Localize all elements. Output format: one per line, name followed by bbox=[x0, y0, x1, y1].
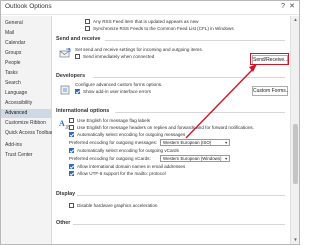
outgoing-encoding-select[interactable]: Western European (ISO) ▼ bbox=[160, 139, 230, 146]
english-headers-checkbox[interactable] bbox=[69, 125, 74, 130]
utf8-mailto-label: Allow UTF-8 support for the mailto: prot… bbox=[77, 170, 166, 176]
addin-errors-checkbox[interactable] bbox=[75, 89, 80, 94]
display-heading: Display bbox=[56, 191, 76, 197]
sync-rss-checkbox[interactable] bbox=[85, 26, 90, 31]
disable-hw-acceleration-checkbox[interactable] bbox=[69, 203, 74, 208]
english-flag-labels-label: Use English for message flag labels bbox=[77, 117, 151, 123]
display-divider bbox=[77, 195, 285, 196]
sidebar-item-customize-ribbon[interactable]: Customize Ribbon bbox=[1, 119, 52, 128]
auto-encoding-outgoing-checkbox[interactable] bbox=[69, 132, 74, 137]
disable-hw-acceleration-label: Disable hardware graphics acceleration bbox=[77, 202, 158, 208]
custom-forms-button[interactable]: Custom Forms... bbox=[252, 86, 289, 96]
options-sidebar: General Mail Calendar Groups People Task… bbox=[1, 16, 52, 244]
sidebar-item-people[interactable]: People bbox=[1, 59, 52, 68]
chevron-down-icon: ▼ bbox=[224, 157, 228, 161]
outgoing-encoding-value: Western European (ISO) bbox=[163, 140, 212, 145]
sidebar-item-general[interactable]: General bbox=[1, 19, 52, 28]
outlook-options-window: Outlook Options ? ✕ General Mail Calenda… bbox=[0, 0, 300, 245]
send-immediately-label: Send immediately when connected bbox=[83, 53, 155, 59]
international-domain-checkbox[interactable] bbox=[69, 164, 74, 169]
sidebar-item-search[interactable]: Search bbox=[1, 79, 52, 88]
send-immediately-checkbox[interactable] bbox=[75, 54, 80, 59]
title-bar: Outlook Options ? ✕ bbox=[1, 1, 299, 15]
international-domain-label: Allow international domain names in emai… bbox=[77, 163, 186, 169]
addin-errors-label: Show add-in user interface errors bbox=[83, 88, 151, 94]
developers-divider bbox=[93, 77, 285, 78]
auto-encoding-vcards-checkbox[interactable] bbox=[69, 148, 74, 153]
english-headers-label: Use English for message headers on repli… bbox=[77, 124, 254, 130]
sidebar-item-calendar[interactable]: Calendar bbox=[1, 39, 52, 48]
sidebar-item-groups[interactable]: Groups bbox=[1, 49, 52, 58]
auto-encoding-outgoing-label: Automatically select encoding for outgoi… bbox=[77, 131, 186, 137]
other-heading: Other bbox=[56, 220, 71, 226]
scroll-up-icon[interactable]: ▲ bbox=[292, 17, 299, 22]
sidebar-item-mail[interactable]: Mail bbox=[1, 29, 52, 38]
preferred-outgoing-label: Preferred encoding for outgoing messages… bbox=[69, 140, 158, 145]
international-divider bbox=[115, 112, 285, 113]
sidebar-item-accessibility[interactable]: Accessibility bbox=[1, 99, 52, 108]
advanced-options-panel: Any RSS Feed item that is updated appear… bbox=[53, 16, 289, 244]
developer-icon bbox=[60, 82, 70, 100]
english-flag-labels-checkbox[interactable] bbox=[69, 118, 74, 123]
developers-heading: Developers bbox=[56, 73, 86, 79]
scroll-down-icon[interactable]: ▼ bbox=[292, 237, 299, 242]
close-button[interactable]: ✕ bbox=[289, 2, 295, 12]
other-divider bbox=[73, 224, 285, 225]
developers-description: Configure advanced custom forms options. bbox=[75, 82, 163, 87]
any-rss-feed-label: Any RSS Feed item that is updated appear… bbox=[93, 18, 199, 24]
sidebar-item-advanced[interactable]: Advanced bbox=[1, 109, 52, 118]
sidebar-item-trust-center[interactable]: Trust Center bbox=[1, 151, 52, 160]
help-button[interactable]: ? bbox=[281, 2, 285, 12]
sync-rss-label: Synchronize RSS Feeds to the Common Feed… bbox=[93, 25, 234, 31]
any-rss-feed-checkbox[interactable] bbox=[85, 19, 90, 24]
send-receive-heading: Send and receive bbox=[56, 36, 101, 42]
utf8-mailto-checkbox[interactable] bbox=[69, 171, 74, 176]
window-title: Outlook Options bbox=[5, 3, 52, 10]
vcards-encoding-select[interactable]: Western European (Windows) ▼ bbox=[160, 155, 230, 162]
vertical-scrollbar[interactable]: ▲ ▼ bbox=[290, 16, 299, 244]
chevron-down-icon: ▼ bbox=[224, 141, 228, 145]
international-heading: International options bbox=[56, 108, 110, 114]
send-receive-description: Set send and receive settings for incomi… bbox=[75, 47, 203, 52]
sidebar-item-language[interactable]: Language bbox=[1, 89, 52, 98]
vcards-encoding-value: Western European (Windows) bbox=[163, 156, 222, 161]
scrollbar-thumb[interactable] bbox=[293, 124, 298, 184]
send-receive-divider bbox=[105, 40, 285, 41]
send-receive-icon bbox=[59, 46, 71, 64]
preferred-vcards-label: Preferred encoding for outgoing vCards: bbox=[69, 156, 151, 161]
sidebar-item-quick-access-toolbar[interactable]: Quick Access Toolbar bbox=[1, 129, 52, 138]
sidebar-item-add-ins[interactable]: Add-ins bbox=[1, 141, 52, 150]
sidebar-item-tasks[interactable]: Tasks bbox=[1, 69, 52, 78]
auto-encoding-vcards-label: Automatically select encoding for outgoi… bbox=[77, 147, 179, 153]
annotation-highlight-box bbox=[250, 53, 289, 65]
